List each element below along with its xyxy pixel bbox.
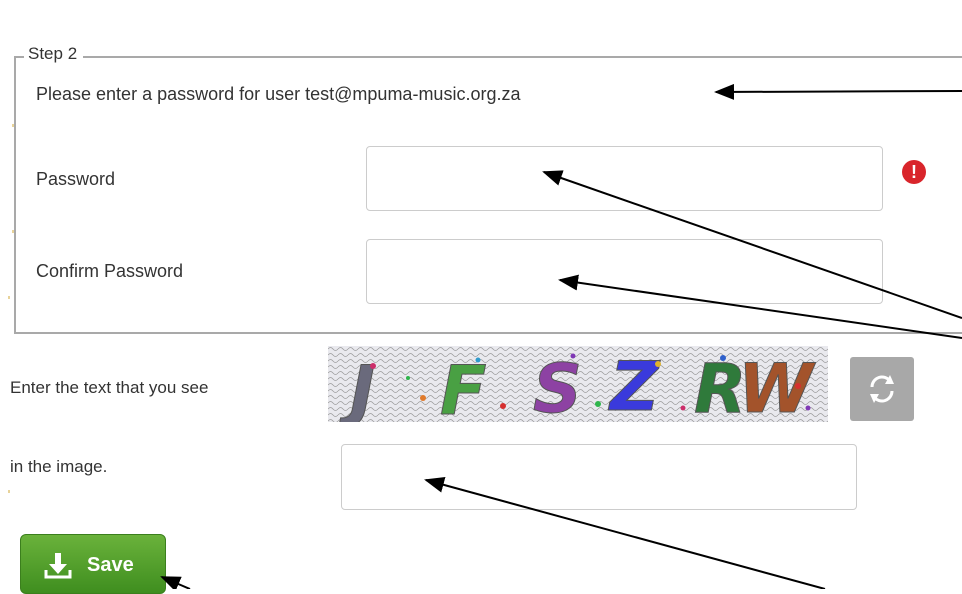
annotation-arrows: [160, 83, 962, 589]
margin-mark: [8, 296, 10, 299]
margin-mark: [8, 490, 10, 493]
margin-mark: [12, 124, 14, 127]
margin-mark: [12, 230, 14, 233]
